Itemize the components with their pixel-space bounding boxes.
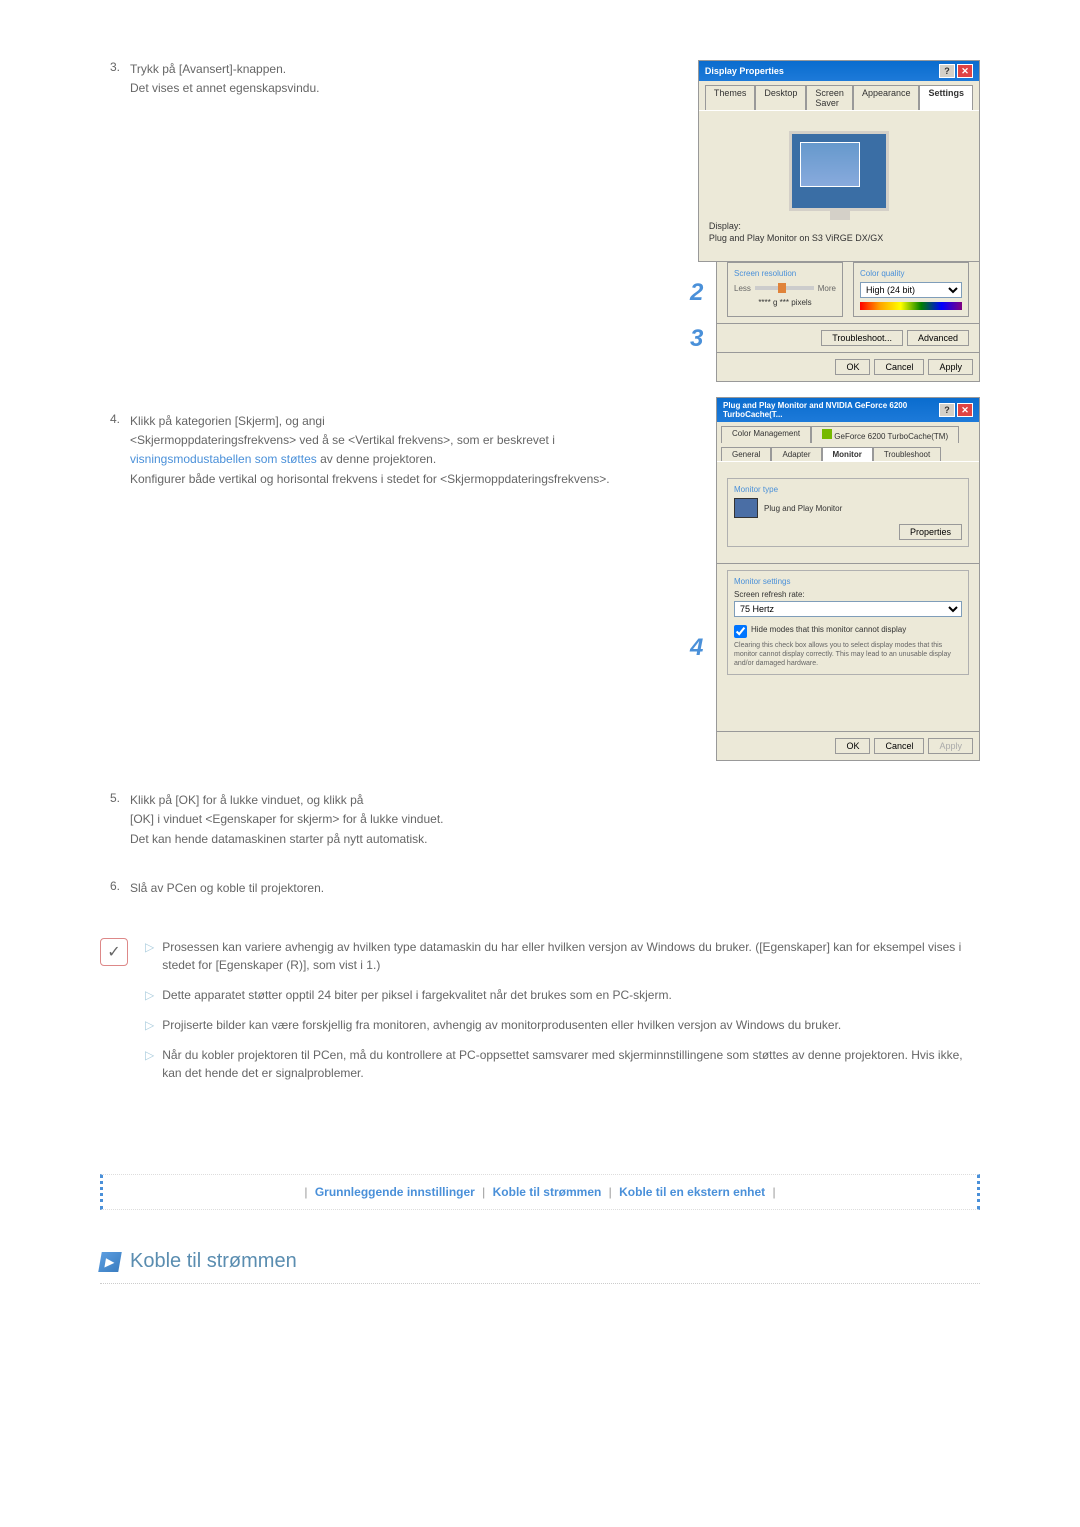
monitor-preview (709, 121, 969, 221)
dialog2-title-bar: Plug and Play Monitor and NVIDIA GeForce… (717, 398, 979, 422)
quality-title: Color quality (860, 269, 962, 278)
nav-link-basic-settings[interactable]: Grunnleggende innstillinger (315, 1185, 475, 1199)
ok-button[interactable]: OK (835, 359, 870, 375)
step-3: 3. Trykk på [Avansert]-knappen. Det vise… (100, 60, 980, 382)
note-text-1: Prosessen kan variere avhengig av hvilke… (162, 938, 980, 974)
step-3-line1: Trykk på [Avansert]-knappen. (130, 60, 670, 79)
step-6-line1: Slå av PCen og koble til projektoren. (130, 879, 980, 898)
note-item: ▷ Projiserte bilder kan være forskjellig… (145, 1016, 980, 1034)
slider-more: More (818, 284, 836, 293)
step-4: 4. Klikk på kategorien [Skjerm], og angi… (100, 412, 980, 761)
dialog-title-text: Display Properties (705, 66, 784, 76)
display-name: Plug and Play Monitor on S3 ViRGE DX/GX (709, 233, 969, 243)
nav-link-connect-power[interactable]: Koble til strømmen (493, 1185, 602, 1199)
properties-button[interactable]: Properties (899, 524, 962, 540)
tab-monitor[interactable]: Monitor (822, 447, 873, 461)
tab-color-mgmt[interactable]: Color Management (721, 426, 811, 443)
display-label: Display: (709, 221, 969, 231)
color-quality-select[interactable]: High (24 bit) (860, 282, 962, 298)
tab-desktop[interactable]: Desktop (755, 85, 806, 110)
tab-adapter[interactable]: Adapter (771, 447, 821, 461)
cancel-button[interactable]: Cancel (874, 359, 924, 375)
hide-modes-checkbox[interactable] (734, 625, 747, 638)
help-icon[interactable]: ? (939, 403, 955, 417)
step-number: 3. (100, 60, 130, 382)
step-number: 5. (100, 791, 130, 849)
step-number: 6. (100, 879, 130, 898)
nvidia-icon (822, 429, 832, 439)
apply-button[interactable]: Apply (928, 359, 973, 375)
bullet-icon: ▷ (145, 986, 154, 1004)
notes-section: ✓ ▷ Prosessen kan variere avhengig av hv… (100, 938, 980, 1094)
troubleshoot-button[interactable]: Troubleshoot... (821, 330, 903, 346)
bullet-icon: ▷ (145, 1046, 154, 1082)
badge-3: 3 (690, 325, 703, 352)
monitor-type-label: Monitor type (734, 485, 962, 494)
note-text-2: Dette apparatet støtter opptil 24 biter … (162, 986, 672, 1004)
bullet-icon: ▷ (145, 1016, 154, 1034)
monitor-settings-label: Monitor settings (734, 577, 962, 586)
color-bar (860, 302, 962, 310)
arrow-icon: ▶ (98, 1252, 122, 1272)
step-number: 4. (100, 412, 130, 761)
display-properties-dialog: Display Properties ? ✕ Themes Desktop Sc… (698, 60, 980, 262)
step-5-line3: Det kan hende datamaskinen starter på ny… (130, 830, 980, 849)
step-5-line1: Klikk på [OK] for å lukke vinduet, og kl… (130, 791, 980, 810)
help-icon[interactable]: ? (939, 64, 955, 78)
tab-nvidia[interactable]: GeForce 6200 TurboCache(TM) (811, 426, 959, 443)
link-display-modes[interactable]: visningsmodustabellen som støttes (130, 452, 317, 466)
monitor-name: Plug and Play Monitor (764, 504, 842, 513)
tab-settings[interactable]: Settings (919, 85, 973, 110)
bottom-nav: | Grunnleggende innstillinger | Koble ti… (100, 1174, 980, 1210)
hide-modes-label: Hide modes that this monitor cannot disp… (751, 625, 906, 634)
monitor-properties-dialog: Plug and Play Monitor and NVIDIA GeForce… (716, 397, 980, 564)
pixel-text: **** g *** pixels (734, 298, 836, 307)
monitor-icon (734, 498, 758, 518)
ok-button[interactable]: OK (835, 738, 870, 754)
pencil-icon: ✓ (107, 942, 120, 962)
note-item: ▷ Dette apparatet støtter opptil 24 bite… (145, 986, 980, 1004)
tab-screensaver[interactable]: Screen Saver (806, 85, 853, 110)
tab-appearance[interactable]: Appearance (853, 85, 920, 110)
refresh-rate-select[interactable]: 75 Hertz (734, 601, 962, 617)
note-item: ▷ Når du kobler projektoren til PCen, må… (145, 1046, 980, 1082)
cancel-button[interactable]: Cancel (874, 738, 924, 754)
badge-2: 2 (690, 279, 703, 306)
slider-less: Less (734, 284, 751, 293)
apply-button[interactable]: Apply (928, 738, 973, 754)
step-4-line3: Konfigurer både vertikal og horisontal f… (130, 470, 670, 489)
close-icon[interactable]: ✕ (957, 403, 973, 417)
section-title: Koble til strømmen (130, 1250, 297, 1273)
note-text-3: Projiserte bilder kan være forskjellig f… (162, 1016, 841, 1034)
resolution-title: Screen resolution (734, 269, 836, 278)
step-6: 6. Slå av PCen og koble til projektoren. (100, 879, 980, 898)
step-4-line1: Klikk på kategorien [Skjerm], og angi (130, 412, 670, 431)
note-item: ▷ Prosessen kan variere avhengig av hvil… (145, 938, 980, 974)
resolution-slider[interactable] (755, 286, 814, 290)
hide-modes-desc: Clearing this check box allows you to se… (734, 641, 962, 668)
close-icon[interactable]: ✕ (957, 64, 973, 78)
nav-link-connect-external[interactable]: Koble til en ekstern enhet (619, 1185, 765, 1199)
badge-4: 4 (690, 634, 703, 661)
tab-row: Themes Desktop Screen Saver Appearance S… (699, 81, 979, 110)
advanced-button[interactable]: Advanced (907, 330, 969, 346)
refresh-rate-label: Screen refresh rate: (734, 590, 962, 599)
step-4-line2: <Skjermoppdateringsfrekvens> ved å se <V… (130, 431, 670, 469)
bullet-icon: ▷ (145, 938, 154, 974)
step-3-line2: Det vises et annet egenskapsvindu. (130, 79, 670, 98)
step-5: 5. Klikk på [OK] for å lukke vinduet, og… (100, 791, 980, 849)
tab-themes[interactable]: Themes (705, 85, 756, 110)
dialog2-title-text: Plug and Play Monitor and NVIDIA GeForce… (723, 401, 939, 419)
tab-general[interactable]: General (721, 447, 771, 461)
note-icon: ✓ (100, 938, 128, 966)
tab-troubleshoot[interactable]: Troubleshoot (873, 447, 941, 461)
step-5-line2: [OK] i vinduet <Egenskaper for skjerm> f… (130, 810, 980, 829)
section-header: ▶ Koble til strømmen (100, 1240, 980, 1284)
note-text-4: Når du kobler projektoren til PCen, må d… (162, 1046, 980, 1082)
dialog-title-bar: Display Properties ? ✕ (699, 61, 979, 81)
